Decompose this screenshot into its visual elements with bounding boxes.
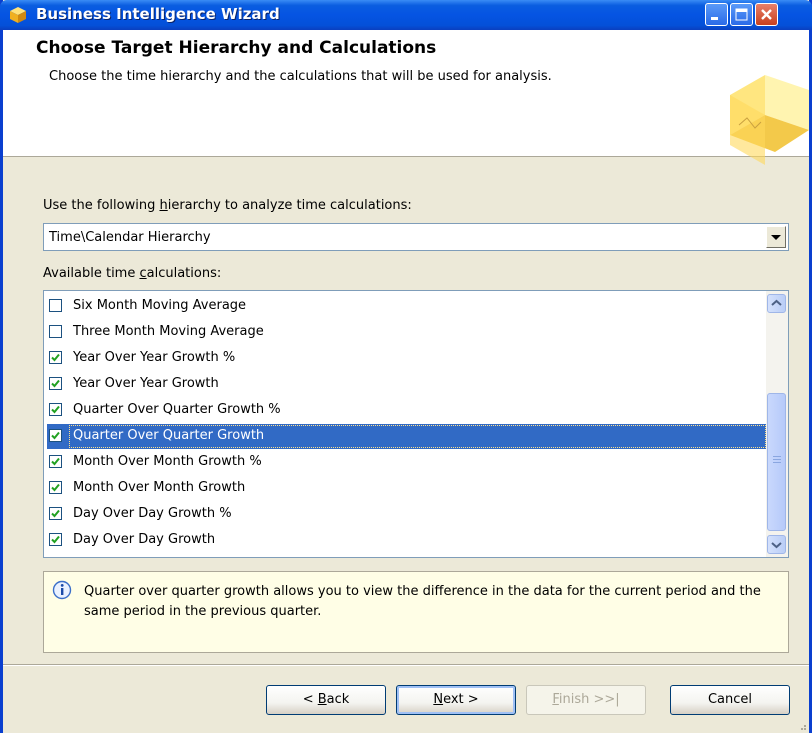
checkbox[interactable] [49, 377, 62, 390]
list-item-label: Three Month Moving Average [73, 324, 264, 339]
checkbox[interactable] [49, 351, 62, 364]
checkmark-icon [51, 431, 60, 440]
button-separator [3, 664, 809, 666]
checkmark-icon [51, 483, 60, 492]
page-title: Choose Target Hierarchy and Calculations [36, 38, 437, 58]
maximize-button[interactable] [730, 3, 753, 26]
list-item[interactable]: Year Over Year Growth [47, 372, 767, 397]
list-item-label: Month Over Month Growth % [73, 454, 262, 469]
close-icon [761, 9, 772, 20]
title-bar[interactable]: Business Intelligence Wizard [0, 0, 812, 30]
list-item-label: Day Over Day Growth [73, 532, 216, 547]
list-item-label: Month Over Month Growth [73, 480, 246, 495]
resize-grip-icon[interactable] [795, 719, 807, 731]
checkmark-icon [51, 405, 60, 414]
checkmark-icon [51, 457, 60, 466]
cancel-button[interactable]: Cancel [670, 685, 790, 715]
maximize-icon [735, 8, 748, 21]
hierarchy-dropdown-value: Time\Calendar Hierarchy [49, 230, 211, 245]
list-item[interactable]: Month Over Month Growth [47, 476, 767, 501]
scroll-up-button[interactable] [767, 294, 786, 313]
list-item-label: Year Over Year Growth [73, 376, 219, 391]
chevron-down-icon [771, 542, 782, 549]
list-item-label: Year Over Year Growth % [73, 350, 236, 365]
minimize-button[interactable] [705, 3, 728, 26]
list-item[interactable]: Six Month Moving Average [47, 294, 767, 319]
list-item[interactable]: Quarter Over Quarter Growth [47, 424, 767, 449]
list-item[interactable]: Day Over Day Growth [47, 528, 767, 553]
checkmark-icon [51, 535, 60, 544]
back-button[interactable]: < Back [266, 685, 386, 715]
checkbox[interactable] [49, 403, 62, 416]
checkbox[interactable] [49, 507, 62, 520]
hierarchy-dropdown[interactable]: Time\Calendar Hierarchy [43, 223, 789, 251]
checkbox[interactable] [49, 429, 62, 442]
list-item-label: Day Over Day Growth % [73, 506, 232, 521]
description-text: Quarter over quarter growth allows you t… [84, 584, 761, 619]
info-icon [52, 580, 72, 600]
scroll-grip [773, 459, 781, 460]
checkmark-icon [51, 509, 60, 518]
checkbox[interactable] [49, 299, 62, 312]
list-item[interactable]: Quarter Over Quarter Growth % [47, 398, 767, 423]
scroll-down-button[interactable] [767, 535, 786, 554]
cube-app-icon [10, 7, 26, 23]
dropdown-arrow-button[interactable] [766, 226, 786, 248]
checkmark-icon [51, 379, 60, 388]
list-scrollbar[interactable] [766, 291, 788, 557]
description-panel: Quarter over quarter growth allows you t… [43, 571, 789, 653]
cube-graphic-icon [730, 75, 809, 165]
scroll-grip [773, 462, 781, 463]
next-button[interactable]: Next > [396, 685, 516, 715]
checkbox[interactable] [49, 533, 62, 546]
finish-button[interactable]: Finish >>| [526, 685, 646, 715]
chevron-up-icon [771, 299, 782, 306]
checkmark-icon [51, 353, 60, 362]
page-subtitle: Choose the time hierarchy and the calcul… [49, 69, 552, 84]
calculations-label: Available time calculations: [43, 266, 222, 281]
list-item-label: Six Month Moving Average [73, 298, 247, 313]
list-item-label: Quarter Over Quarter Growth % [73, 402, 281, 417]
chevron-down-icon [771, 235, 781, 240]
scroll-grip [773, 456, 781, 457]
calculations-list[interactable]: Six Month Moving Average Three Month Movi… [43, 290, 789, 558]
list-item[interactable]: Month Over Month Growth % [47, 450, 767, 475]
checkbox[interactable] [49, 455, 62, 468]
focus-rect [69, 425, 766, 448]
list-item[interactable]: Year Over Year Growth % [47, 346, 767, 371]
checkbox[interactable] [49, 481, 62, 494]
window-title: Business Intelligence Wizard [36, 5, 280, 23]
close-button[interactable] [755, 3, 778, 26]
checkbox[interactable] [49, 325, 62, 338]
wizard-window: Business Intelligence Wizard Choose Targ… [0, 0, 812, 733]
list-item[interactable]: Three Month Moving Average [47, 320, 767, 345]
list-item[interactable]: Day Over Day Growth % [47, 502, 767, 527]
scroll-thumb[interactable] [767, 393, 786, 531]
hierarchy-label: Use the following hierarchy to analyze t… [43, 198, 412, 213]
minimize-icon [711, 17, 718, 20]
